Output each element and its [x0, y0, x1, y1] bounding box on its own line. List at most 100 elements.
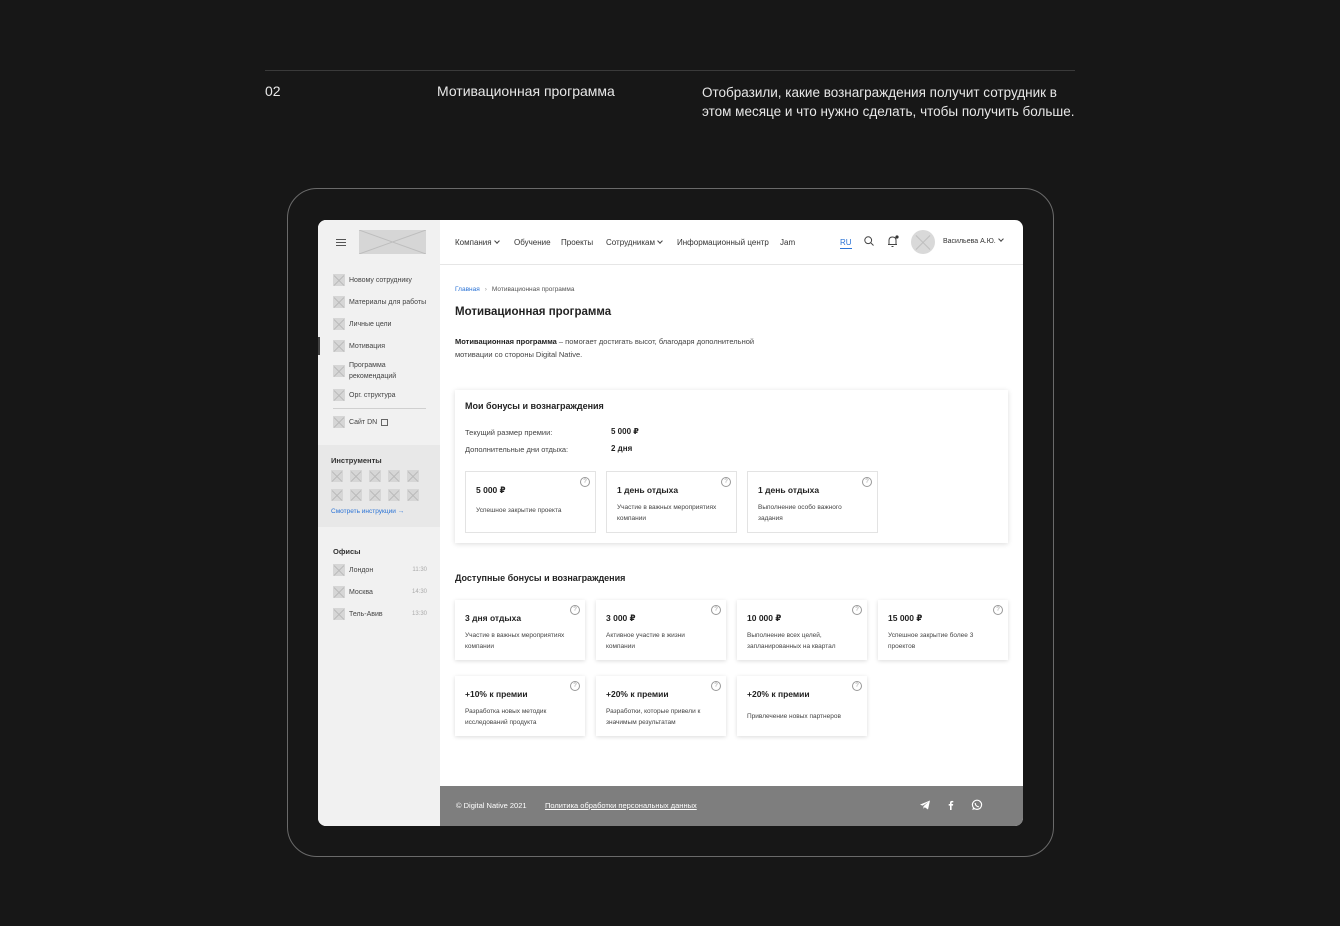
facebook-icon[interactable] — [945, 799, 957, 811]
bonus-title: 1 день отдыха — [758, 485, 820, 495]
available-bonus-card[interactable]: 15 000 ₽ Успешное закрытие более 3 проек… — [878, 600, 1008, 660]
bonus-description: Выполнение всех целей, запланированных н… — [747, 632, 836, 650]
placeholder-icon — [333, 389, 345, 401]
placeholder-icon — [333, 318, 345, 330]
breadcrumb-home[interactable]: Главная — [455, 286, 480, 293]
available-bonuses-title: Доступные бонусы и вознаграждения — [455, 573, 626, 583]
footer: © Digital Native 2021 Политика обработки… — [440, 786, 1023, 826]
nav-jam[interactable]: Jam — [780, 238, 795, 247]
app-screen: Новому сотруднику Материалы для работы Л… — [318, 220, 1023, 826]
office-city: Лондон — [349, 566, 374, 574]
office-moscow: Москва 14:30 — [333, 586, 427, 598]
my-bonuses-card: Мои бонусы и вознаграждения Текущий разм… — [455, 390, 1008, 543]
help-icon[interactable]: ? — [852, 681, 862, 691]
privacy-policy-link[interactable]: Политика обработки персональных данных — [545, 801, 697, 810]
breadcrumb-separator: › — [484, 286, 487, 293]
placeholder-icon — [333, 340, 345, 352]
telegram-icon[interactable] — [919, 799, 931, 811]
help-icon[interactable]: ? — [580, 477, 590, 487]
instructions-link[interactable]: Смотреть инструкции → — [331, 508, 404, 515]
tool-icon[interactable] — [407, 470, 419, 482]
bonus-title: +20% к премии — [606, 689, 669, 699]
help-icon[interactable]: ? — [862, 477, 872, 487]
tool-icon[interactable] — [369, 489, 381, 501]
office-time: 13:30 — [411, 611, 427, 617]
help-icon[interactable]: ? — [721, 477, 731, 487]
office-time: 14:30 — [411, 589, 427, 595]
tools-grid — [331, 470, 419, 501]
sidebar-item-referral[interactable]: Программа рекомендаций — [333, 360, 428, 382]
tool-icon[interactable] — [331, 489, 343, 501]
available-bonus-card[interactable]: +20% к премии Разработки, которые привел… — [596, 676, 726, 736]
sidebar-item-materials[interactable]: Материалы для работы — [333, 296, 433, 308]
sidebar-divider — [333, 408, 426, 409]
help-icon[interactable]: ? — [711, 681, 721, 691]
tool-icon[interactable] — [350, 489, 362, 501]
sidebar-item-label: Сайт DN — [349, 418, 378, 426]
office-tel-aviv: Тель-Авив 13:30 — [333, 608, 427, 620]
chevron-down-icon — [493, 238, 500, 244]
bonus-title: +20% к премии — [747, 689, 810, 699]
avatar[interactable] — [911, 230, 935, 254]
available-bonus-card[interactable]: +20% к премии Привлечение новых партнеро… — [737, 676, 867, 736]
section-description: Отобразили, какие вознаграждения получит… — [702, 85, 1075, 119]
sidebar-item-personal-goals[interactable]: Личные цели — [333, 318, 433, 330]
bonus-description: Участие в важных мероприятиях компании — [465, 632, 565, 650]
my-bonuses-title: Мои бонусы и вознаграждения — [465, 401, 604, 411]
tool-icon[interactable] — [331, 470, 343, 482]
bonus-title: 5 000 ₽ — [476, 485, 506, 495]
bell-icon[interactable] — [887, 235, 899, 248]
placeholder-icon — [333, 608, 345, 620]
breadcrumb: Главная › Мотивационная программа — [455, 286, 574, 293]
available-bonus-card[interactable]: +10% к премии Разработка новых методик и… — [455, 676, 585, 736]
tool-icon[interactable] — [388, 489, 400, 501]
help-icon[interactable]: ? — [570, 605, 580, 615]
sidebar-item-new-employee[interactable]: Новому сотруднику — [333, 274, 433, 286]
sidebar-item-site-dn[interactable]: Сайт DN — [333, 416, 433, 428]
search-icon[interactable] — [864, 236, 874, 246]
bonus-description: Привлечение новых партнеров — [747, 713, 841, 720]
placeholder-icon — [333, 586, 345, 598]
bonus-description: Разработки, которые привели к значимым р… — [606, 708, 701, 726]
sidebar-item-motivation[interactable]: Мотивация — [333, 340, 433, 352]
breadcrumb-current: Мотивационная программа — [491, 286, 575, 293]
external-link-icon — [381, 418, 389, 426]
help-icon[interactable]: ? — [570, 681, 580, 691]
help-icon[interactable]: ? — [711, 605, 721, 615]
menu-icon[interactable] — [336, 239, 346, 248]
nav-info-center[interactable]: Информационный центр — [677, 238, 769, 247]
whatsapp-icon[interactable] — [971, 799, 983, 811]
sidebar-item-label: Материалы для работы — [349, 298, 427, 306]
nav-employees[interactable]: Сотрудникам — [606, 238, 663, 247]
available-bonus-card[interactable]: 3 000 ₽ Активное участие в жизни компани… — [596, 600, 726, 660]
help-icon[interactable]: ? — [993, 605, 1003, 615]
tool-icon[interactable] — [369, 470, 381, 482]
chevron-down-icon — [997, 236, 1004, 242]
my-bonus-card[interactable]: 5 000 ₽ Успешное закрытие проекта ? — [465, 471, 596, 533]
bonus-description: Выполнение особо важного задания — [758, 504, 842, 522]
placeholder-icon — [333, 296, 345, 308]
copyright: © Digital Native 2021 — [456, 801, 527, 810]
nav-company[interactable]: Компания — [455, 238, 500, 247]
bonus-title: 3 000 ₽ — [606, 613, 636, 623]
tool-icon[interactable] — [407, 489, 419, 501]
tools-panel: Инструменты Смотреть инструкции → — [318, 445, 440, 527]
sidebar-item-org-structure[interactable]: Орг. структура — [333, 389, 433, 401]
my-bonus-card[interactable]: 1 день отдыха Выполнение особо важного з… — [747, 471, 878, 533]
nav-learning[interactable]: Обучение — [514, 238, 551, 247]
user-menu[interactable]: Васильева А.Ю. — [943, 236, 1004, 245]
available-bonus-card[interactable]: 3 дня отдыха Участие в важных мероприяти… — [455, 600, 585, 660]
bonus-title: 1 день отдыха — [617, 485, 679, 495]
help-icon[interactable]: ? — [852, 605, 862, 615]
nav-projects[interactable]: Проекты — [561, 238, 593, 247]
top-navigation: Компания Обучение Проекты Сотрудникам Ин… — [440, 220, 1023, 265]
bonus-title: +10% к премии — [465, 689, 528, 699]
available-bonus-card[interactable]: 10 000 ₽ Выполнение всех целей, запланир… — [737, 600, 867, 660]
logo-placeholder[interactable] — [359, 230, 426, 254]
bonus-description: Активное участие в жизни компании — [606, 632, 685, 650]
tool-icon[interactable] — [388, 470, 400, 482]
language-switch[interactable]: RU — [840, 238, 852, 249]
tool-icon[interactable] — [350, 470, 362, 482]
bonus-description: Успешное закрытие проекта — [476, 507, 562, 514]
my-bonus-card[interactable]: 1 день отдыха Участие в важных мероприят… — [606, 471, 737, 533]
